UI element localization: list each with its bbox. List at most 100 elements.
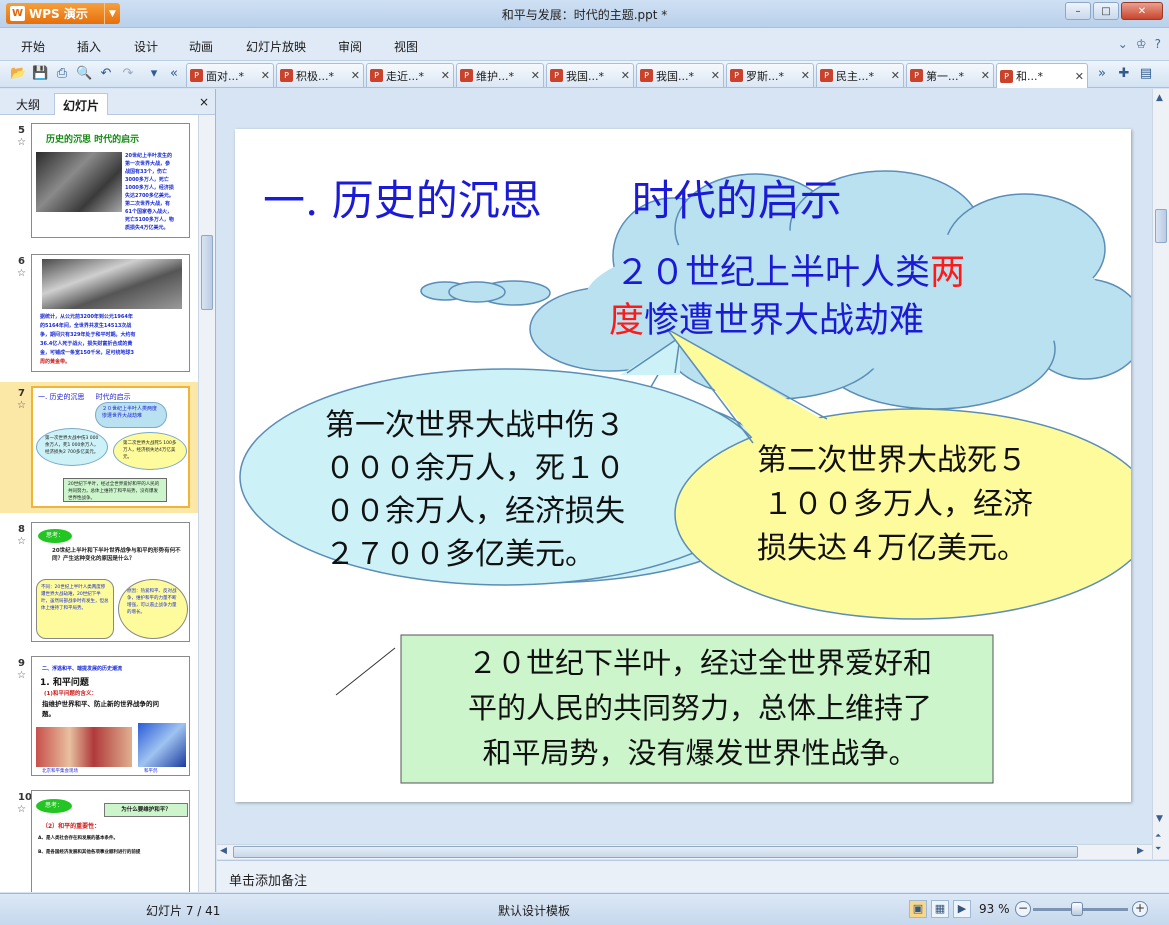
vertical-scrollbar[interactable]: ▲ ▼ ⏶ ⏷ (1152, 89, 1169, 859)
save-icon[interactable]: 💾 (32, 66, 48, 82)
slide-thumbnail[interactable]: 思考： 20世纪上半叶和下半叶世界战争与和平的形势有何不同？产生这种变化的原因是… (31, 522, 190, 642)
scroll-up-icon[interactable]: ▲ (1156, 93, 1163, 103)
open-folder-icon[interactable]: 📂 (10, 66, 26, 82)
thumb-text-line: 20世纪上半叶发生的 (125, 153, 172, 159)
slide-thumbnail-row[interactable]: 9 ☆ 二、浮逃和平、端提发展的历史潮流 1. 和平问题 (1)和平问题的含义：… (0, 656, 198, 781)
tab-outline[interactable]: 大纲 (8, 93, 48, 115)
notes-pane[interactable]: 单击添加备注 (217, 860, 1169, 892)
quick-access-toolbar: 📂 💾 ⎙ 🔍 ↶ ↷ ▾ « P 面对...* ✕ P 积极...* ✕ P … (0, 61, 1169, 88)
slide-thumbnail[interactable]: 据统计，从公元前3200年到公元1964年 的5164年间，全世界共发生1451… (31, 254, 190, 372)
next-slide-icon[interactable]: ⏷ (1155, 844, 1161, 854)
left-bubble-text[interactable]: 第一次世界大战中伤３ ０００余万人，死１０ ００余万人，经济损失 ２７００多亿美… (325, 404, 705, 576)
tab-scroll-left-icon[interactable]: « (166, 66, 182, 82)
right-bubble-text[interactable]: 第二次世界大战死５ １００多万人，经济 损失达４万亿美元。 (757, 439, 1117, 571)
doc-tab[interactable]: P 民主...* ✕ (816, 63, 904, 87)
slide-thumbnail[interactable]: 二、浮逃和平、端提发展的历史潮流 1. 和平问题 (1)和平问题的含义： 指维护… (31, 656, 190, 776)
slide-thumbnail-row[interactable]: 5 ☆ 历史的沉思 时代的启示 20世纪上半叶发生的 第一次世界大战，参 战国有… (0, 121, 198, 241)
slide-thumbnail-row-selected[interactable]: 7 ☆ 一. 历史的沉思 时代的启示 ２０世纪上半叶人类两度惨遭世界大战劫难 第… (0, 382, 198, 513)
cloud-text-highlight: 度 (609, 301, 645, 341)
thumbnail-scrollbar[interactable] (198, 115, 215, 892)
collapse-ribbon-icon[interactable]: ⌄ (1118, 37, 1128, 51)
customize-toolbar-icon[interactable]: ▾ (146, 66, 162, 82)
scroll-right-icon[interactable]: ▶ (1137, 846, 1144, 856)
help-icon[interactable]: ? (1155, 37, 1161, 51)
zoom-in-icon[interactable]: + (1132, 901, 1148, 917)
right-bubble-line: 第二次世界大战死５ (757, 443, 1027, 478)
doc-tab[interactable]: P 第一...* ✕ (906, 63, 994, 87)
animation-star-icon: ☆ (17, 137, 26, 148)
previous-slide-icon[interactable]: ⏶ (1155, 831, 1161, 841)
scrollbar-thumb[interactable] (1155, 209, 1167, 243)
doc-tab[interactable]: P 我国...* ✕ (636, 63, 724, 87)
close-tab-icon[interactable]: ✕ (351, 69, 360, 82)
menu-home[interactable]: 开始 (21, 38, 45, 55)
close-tab-icon[interactable]: ✕ (801, 69, 810, 82)
thumb-text-line: 的5164年间，全世界共发生14513次战 (40, 323, 132, 329)
close-tab-icon[interactable]: ✕ (621, 69, 630, 82)
slide-thumbnail-row[interactable]: 6 ☆ 据统计，从公元前3200年到公元1964年 的5164年间，全世界共发生… (0, 254, 198, 374)
slide-thumbnail[interactable]: 一. 历史的沉思 时代的启示 ２０世纪上半叶人类两度惨遭世界大战劫难 第一次世界… (31, 386, 190, 508)
horizontal-scrollbar[interactable]: ◀ ▶ (217, 844, 1152, 859)
menu-slideshow[interactable]: 幻灯片放映 (246, 38, 306, 55)
maximize-button[interactable]: □ (1093, 2, 1119, 20)
print-icon[interactable]: ⎙ (54, 66, 70, 82)
zoom-out-icon[interactable]: − (1015, 901, 1031, 917)
menu-view[interactable]: 视图 (394, 38, 418, 55)
slide-thumbnail[interactable]: 思考： 为什么要维护和平？ （2）和平的重要性： A、是人类社会存在和发展的基本… (31, 790, 190, 892)
close-tab-icon[interactable]: ✕ (891, 69, 900, 82)
zoom-slider-handle[interactable] (1071, 902, 1083, 916)
doc-tab[interactable]: P 维护...* ✕ (456, 63, 544, 87)
close-tab-icon[interactable]: ✕ (981, 69, 990, 82)
cloud-text-line2: 惨遭世界大战劫难 (644, 301, 925, 341)
doc-tab[interactable]: P 面对...* ✕ (186, 63, 274, 87)
slide-sorter-icon[interactable]: ▦ (931, 900, 949, 918)
slide-thumbnail[interactable]: 历史的沉思 时代的启示 20世纪上半叶发生的 第一次世界大战，参 战国有33个，… (31, 123, 190, 238)
cloud-text[interactable]: ２０世纪上半叶人类两 度惨遭世界大战劫难 (609, 249, 1129, 345)
normal-view-icon[interactable]: ▣ (909, 900, 927, 918)
doc-tab[interactable]: P 我国...* ✕ (546, 63, 634, 87)
close-tab-icon[interactable]: ✕ (711, 69, 720, 82)
close-tab-icon[interactable]: ✕ (1075, 70, 1084, 83)
close-panel-icon[interactable]: × (199, 95, 209, 109)
doc-tab[interactable]: P 走近...* ✕ (366, 63, 454, 87)
redo-icon[interactable]: ↷ (120, 66, 136, 82)
thumb-text-line: 金，可铺成一条宽150千米，足可绕地球3 (40, 350, 134, 356)
ppt-file-icon: P (280, 69, 293, 82)
menu-review[interactable]: 审阅 (338, 38, 362, 55)
menu-design[interactable]: 设计 (134, 38, 158, 55)
scroll-down-icon[interactable]: ▼ (1156, 814, 1163, 824)
bottom-box-line: 和平局势，没有爆发世界性战争。 (482, 736, 918, 770)
close-tab-icon[interactable]: ✕ (261, 69, 270, 82)
doc-tab-label: 罗斯...* (746, 69, 784, 83)
close-tab-icon[interactable]: ✕ (531, 69, 540, 82)
tab-list-icon[interactable]: ▤ (1138, 66, 1154, 82)
undo-icon[interactable]: ↶ (98, 66, 114, 82)
slide-canvas[interactable]: 一. 历史的沉思 时代的启示 ２０世纪上半叶人类两 度惨遭世界大战劫难 第一次世界… (235, 129, 1131, 802)
tab-slides[interactable]: 幻灯片 (54, 93, 109, 115)
menu-insert[interactable]: 插入 (77, 38, 101, 55)
doc-tab[interactable]: P 积极...* ✕ (276, 63, 364, 87)
doc-tab[interactable]: P 罗斯...* ✕ (726, 63, 814, 87)
ppt-file-icon: P (910, 69, 923, 82)
tab-scroll-right-icon[interactable]: » (1094, 66, 1110, 82)
minimize-button[interactable]: – (1065, 2, 1091, 20)
scroll-left-icon[interactable]: ◀ (220, 846, 227, 856)
skin-icon[interactable]: ♔ (1136, 37, 1147, 51)
ppt-file-icon: P (460, 69, 473, 82)
print-preview-icon[interactable]: 🔍 (76, 66, 92, 82)
scrollbar-thumb[interactable] (201, 235, 213, 310)
close-window-button[interactable]: ✕ (1121, 2, 1163, 20)
zoom-level[interactable]: 93 % (979, 902, 1010, 916)
slide-title[interactable]: 一. 历史的沉思 时代的启示 (263, 167, 842, 228)
scrollbar-thumb[interactable] (233, 846, 1078, 858)
thumb-question: 为什么要维护和平？ (104, 803, 188, 817)
doc-tab-active[interactable]: P 和...* ✕ (996, 63, 1088, 88)
slide-thumbnail-row[interactable]: 10 ☆ 思考： 为什么要维护和平？ （2）和平的重要性： A、是人类社会存在和… (0, 790, 198, 892)
bottom-box-text[interactable]: ２０世纪下半叶，经过全世界爱好和 平的人民的共同努力，总体上维持了 和平局势，没… (415, 641, 985, 776)
menu-animation[interactable]: 动画 (189, 38, 213, 55)
slide-thumbnail-row[interactable]: 8 ☆ 思考： 20世纪上半叶和下半叶世界战争与和平的形势有何不同？产生这种变化… (0, 522, 198, 647)
new-tab-icon[interactable]: ✚ (1116, 66, 1132, 82)
design-template-name[interactable]: 默认设计模板 (498, 902, 570, 919)
slideshow-icon[interactable]: ▶ (953, 900, 971, 918)
close-tab-icon[interactable]: ✕ (441, 69, 450, 82)
